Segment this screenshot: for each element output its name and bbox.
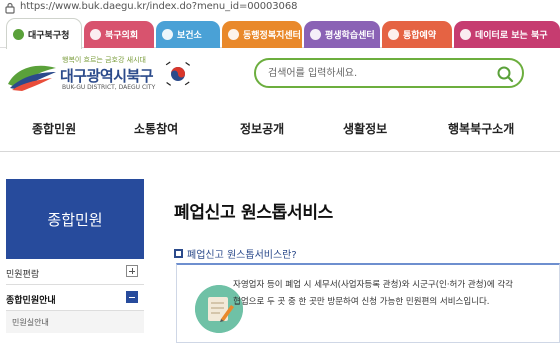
tab-lifelong-learning[interactable]: 평생학습센터	[304, 21, 380, 48]
site-tabs: 대구북구청 북구의회 보건소 동행정복지센터 평생학습센터 통합예약 데이터로 …	[0, 18, 560, 49]
tab-label: 대구북구청	[28, 30, 70, 41]
logo-name[interactable]: 대구광역시북구	[60, 65, 154, 86]
info-text: 자영업자 등이 폐업 시 세무서(사업자등록 관청)와 시군구(인·허가 관청)…	[233, 277, 513, 311]
tab-health-center[interactable]: 보건소	[156, 21, 220, 48]
tab-dot-icon	[228, 29, 239, 40]
logo-sub: BUK-GU DISTRICT, DAEGU CITY	[62, 84, 156, 91]
section-heading: 폐업신고 원스톱서비스란?	[174, 246, 297, 261]
search-input[interactable]	[268, 65, 488, 81]
section-heading-text: 폐업신고 원스톱서비스란?	[187, 250, 297, 261]
tab-data-buk-gu[interactable]: 데이터로 보는 북구	[454, 21, 560, 48]
search-icon[interactable]	[496, 65, 514, 83]
tab-label: 통합예약	[403, 31, 437, 41]
url-text[interactable]: https://www.buk.daegu.kr/index.do?menu_i…	[20, 1, 297, 12]
sidebar-item-civil-guide[interactable]: 종합민원안내	[6, 285, 144, 311]
tab-label: 동행정복지센터	[243, 31, 301, 41]
taegukgi-icon	[164, 60, 192, 88]
nav-item-information[interactable]: 정보공개	[240, 120, 284, 137]
tab-dot-icon	[460, 29, 471, 40]
tab-label: 평생학습센터	[325, 31, 375, 41]
tab-dot-icon	[90, 29, 101, 40]
tab-daegu-buk-gu-office[interactable]: 대구북구청	[6, 18, 82, 49]
sidebar-item-label: 민원편람	[6, 270, 40, 280]
sidebar-title: 종합민원	[6, 179, 144, 259]
tab-community-center[interactable]: 동행정복지센터	[222, 21, 302, 48]
tab-label: 보건소	[177, 31, 202, 41]
tab-dot-icon	[388, 29, 399, 40]
lock-icon	[5, 2, 15, 14]
square-bullet-icon	[174, 249, 183, 258]
info-line: 자영업자 등이 폐업 시 세무서(사업자등록 관청)와 시군구(인·허가 관청)…	[233, 280, 514, 290]
buk-gu-logo-icon[interactable]	[6, 62, 58, 92]
tab-reservation[interactable]: 통합예약	[382, 21, 452, 48]
expand-plus-icon[interactable]	[126, 265, 138, 277]
collapse-minus-icon[interactable]	[126, 291, 138, 303]
info-line: 협업으로 두 곳 중 한 곳만 방문하여 신청 가능한 민원편의 서비스입니다.	[233, 297, 490, 307]
tab-label: 북구의회	[105, 31, 139, 41]
logo-slogan: 행복이 흐르는 금호강 새시대	[62, 56, 146, 64]
nav-item-living-info[interactable]: 생활정보	[343, 120, 387, 137]
tab-dot-icon	[13, 28, 24, 40]
tab-dot-icon	[310, 29, 321, 40]
browser-url-bar[interactable]: https://www.buk.daegu.kr/index.do?menu_i…	[0, 0, 560, 16]
site-header: 행복이 흐르는 금호강 새시대 대구광역시북구 BUK-GU DISTRICT,…	[0, 49, 560, 105]
nav-item-participation[interactable]: 소통참여	[134, 120, 178, 137]
tab-council[interactable]: 북구의회	[84, 21, 154, 48]
page-title: 폐업신고 원스톱서비스	[174, 203, 334, 223]
search-box	[254, 58, 524, 88]
tab-dot-icon	[162, 29, 173, 40]
sidebar: 종합민원 민원편람 종합민원안내 민원실안내	[6, 179, 144, 343]
nav-item-about[interactable]: 행복북구소개	[448, 120, 514, 137]
sidebar-item-label: 종합민원안내	[6, 296, 56, 306]
nav-item-civil-service[interactable]: 종합민원	[32, 120, 76, 137]
sidebar-item-civil-handbook[interactable]: 민원편람	[6, 259, 144, 285]
info-box: 자영업자 등이 폐업 시 세무서(사업자등록 관청)와 시군구(인·허가 관청)…	[176, 263, 560, 343]
sidebar-subitem-office-guide[interactable]: 민원실안내	[6, 311, 144, 333]
main-nav: 종합민원 소통참여 정보공개 생활정보 행복북구소개	[0, 105, 560, 152]
tab-label: 데이터로 보는 북구	[475, 31, 548, 41]
